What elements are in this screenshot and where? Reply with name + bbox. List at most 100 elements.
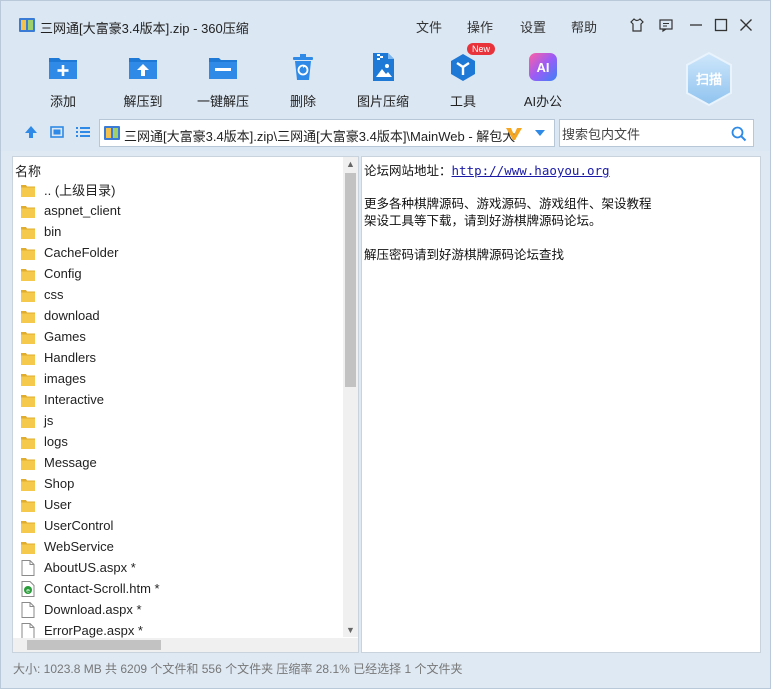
menu-operate[interactable]: 操作 [467,17,493,36]
file-list-item[interactable]: Interactive [13,389,343,410]
skin-icon[interactable] [627,15,647,35]
status-bar: 大小: 1023.8 MB 共 6209 个文件和 556 个文件夹 压缩率 2… [1,656,770,688]
file-list-item[interactable]: .. (上级目录) [13,179,343,200]
menu-file[interactable]: 文件 [416,17,442,36]
file-list-item[interactable]: Shop [13,473,343,494]
file-name: Contact-Scroll.htm * [44,581,160,596]
file-name: Config [44,266,82,281]
scan-button[interactable]: 扫描 [683,51,735,107]
file-list-item[interactable]: css [13,284,343,305]
feedback-icon[interactable] [656,15,676,35]
folder-icon [21,520,35,533]
file-list-item[interactable]: js [13,410,343,431]
folder-icon [21,373,35,386]
close-icon[interactable] [736,15,756,35]
file-list-item[interactable]: logs [13,431,343,452]
menu-settings[interactable]: 设置 [520,17,546,36]
file-list-item[interactable]: Config [13,263,343,284]
extract-to-icon [129,58,157,79]
file-name: ErrorPage.aspx * [44,623,143,638]
file-list-item[interactable]: CacheFolder [13,242,343,263]
vertical-scroll-thumb[interactable] [345,173,356,387]
image-compress-icon [373,53,394,81]
forum-link[interactable]: http://www.haoyou.org [452,163,610,178]
vip-icon[interactable] [505,127,523,141]
archive-icon [19,18,35,32]
delete-button[interactable]: 删除 [263,45,343,109]
file-icon [21,622,35,639]
comment-preview: 论坛网站地址：http://www.haoyou.org 更多各种棋牌源码、游戏… [361,156,761,653]
file-name: Message [44,455,97,470]
file-name: AboutUS.aspx * [44,560,136,575]
file-list-item[interactable]: Download.aspx * [13,599,343,620]
new-badge: New [467,43,496,55]
file-list-item[interactable]: AboutUS.aspx * [13,557,343,578]
file-list-item[interactable]: Games [13,326,343,347]
file-name: js [44,413,54,428]
window-title: 三网通[大富豪3.4版本].zip - 360压缩 [40,21,249,36]
chevron-down-icon[interactable] [534,129,546,137]
file-list-item[interactable]: Message [13,452,343,473]
image-compress-button[interactable]: 图片压缩 [343,45,423,109]
maximize-icon[interactable] [711,15,731,35]
forum-address-line: 论坛网站地址：http://www.haoyou.org [364,160,610,179]
toolbar: 添加 解压到 一键解压 删除 图片压缩 New 工具 AI AI办公 扫描 [1,43,770,115]
file-name: CacheFolder [44,245,119,260]
scroll-up-icon[interactable]: ▲ [343,157,358,171]
folder-icon [21,205,35,218]
name-column-header[interactable]: 名称 [15,161,41,180]
horizontal-scrollbar[interactable] [13,638,343,652]
search-icon[interactable] [731,126,747,142]
folder-icon [21,499,35,512]
file-list-item[interactable]: Handlers [13,347,343,368]
thumbnail-view-icon[interactable] [49,124,65,140]
minimize-icon[interactable] [686,15,706,35]
file-list-item[interactable]: download [13,305,343,326]
one-click-extract-label: 一键解压 [196,94,249,109]
preview-line-3: 架设工具等下载，请到好游棋牌源码论坛。 [364,213,602,228]
add-button[interactable]: 添加 [23,45,103,109]
folder-icon [21,289,35,302]
vertical-scrollbar[interactable]: ▲ ▼ [343,157,358,637]
extract-to-button[interactable]: 解压到 [103,45,183,109]
file-name: User [44,497,72,512]
file-list-item[interactable]: UserControl [13,515,343,536]
scrollbar-corner [343,638,358,652]
file-list-item[interactable]: e Contact-Scroll.htm * [13,578,343,599]
search-input[interactable] [562,125,727,143]
folder-icon [21,268,35,281]
path-field[interactable]: 三网通[大富豪3.4版本].zip\三网通[大富豪3.4版本]\MainWeb … [99,119,555,147]
scan-label: 扫描 [696,72,722,88]
svg-text:e: e [26,587,30,594]
folder-icon [21,415,35,428]
preview-line-4: 解压密码请到好游棋牌源码论坛查找 [364,247,565,262]
one-click-extract-button[interactable]: 一键解压 [183,45,263,109]
file-name: Handlers [44,350,97,365]
file-name: css [44,287,64,302]
file-list-item[interactable]: bin [13,221,343,242]
file-list-item[interactable]: WebService [13,536,343,557]
folder-icon [21,226,35,239]
file-list-item[interactable]: images [13,368,343,389]
scan-shield-icon: 扫描 [686,51,732,107]
file-name: .. (上级目录) [44,183,116,198]
folder-icon [21,184,35,197]
file-list-pane: 名称 .. (上级目录) aspnet_client bin CacheFolder C… [12,156,359,653]
ai-office-button[interactable]: AI AI办公 [503,45,583,109]
folder-icon [21,541,35,554]
menu-help[interactable]: 帮助 [571,17,597,36]
folder-icon [21,457,35,470]
folder-icon [21,352,35,365]
file-name: Shop [44,476,75,491]
list-view-icon[interactable] [75,124,91,140]
horizontal-scroll-thumb[interactable] [27,640,161,650]
folder-icon [21,478,35,491]
file-list-item[interactable]: aspnet_client [13,200,343,221]
file-list-item[interactable]: User [13,494,343,515]
up-arrow-icon[interactable] [23,124,39,140]
file-name: images [44,371,86,386]
scroll-down-icon[interactable]: ▼ [343,623,358,637]
path-text: 三网通[大富豪3.4版本].zip\三网通[大富豪3.4版本]\MainWeb … [124,129,516,144]
tools-label: 工具 [449,94,476,109]
tools-button[interactable]: New 工具 [423,43,503,109]
